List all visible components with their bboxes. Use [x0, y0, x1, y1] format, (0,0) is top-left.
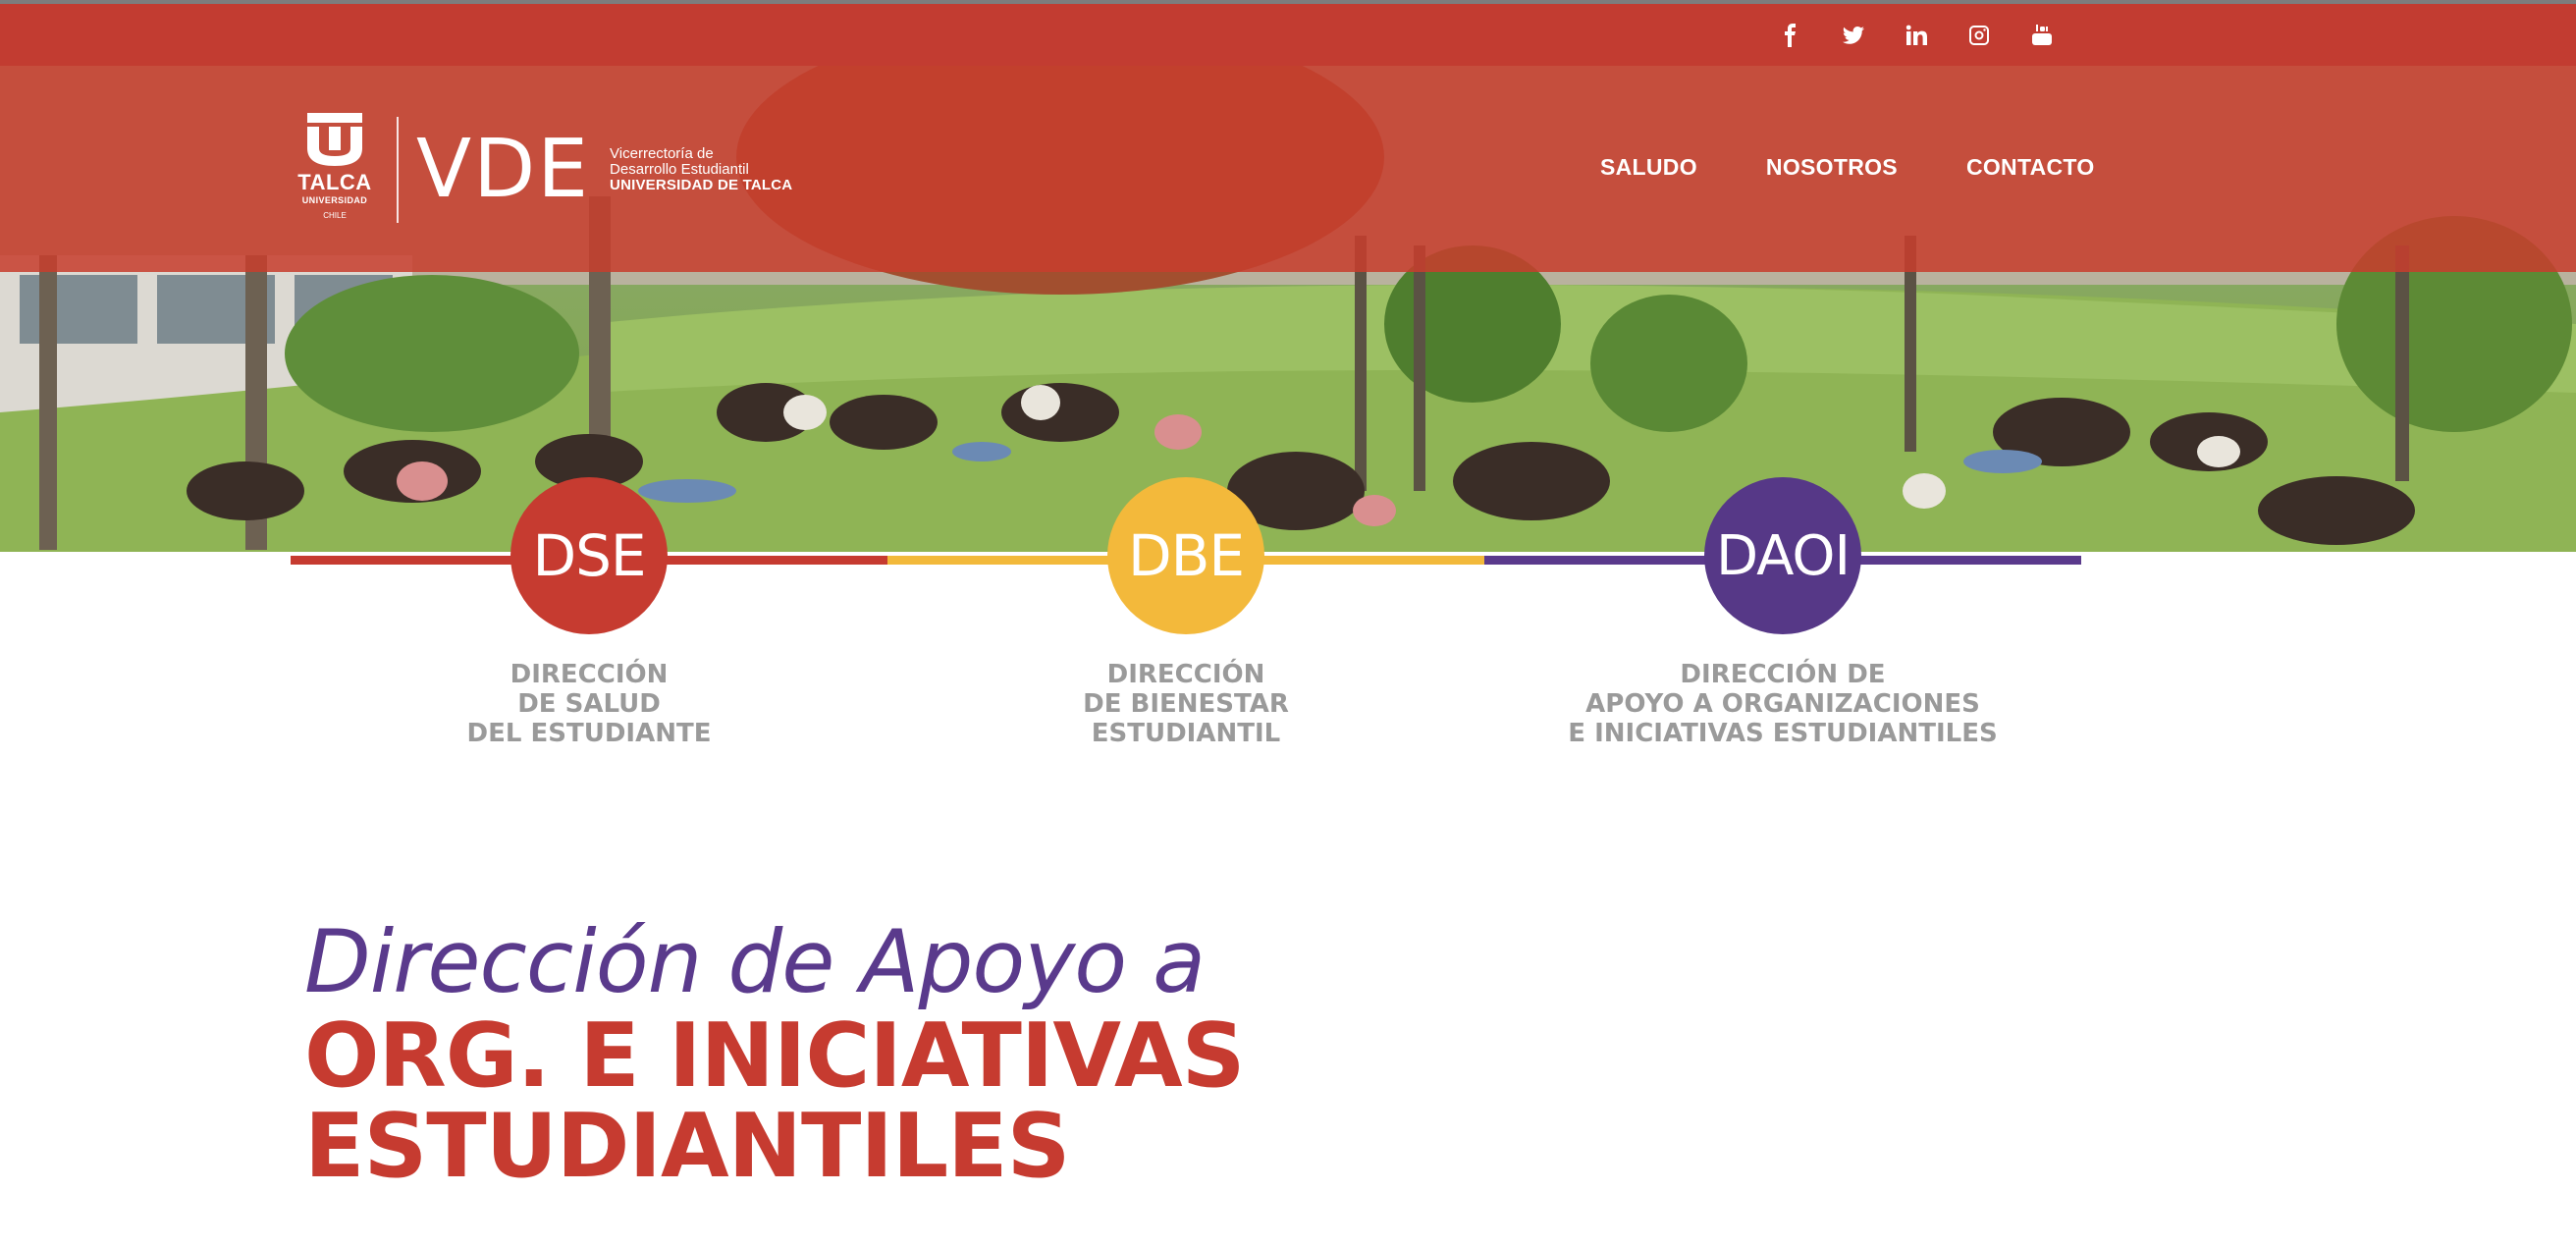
vde-caption-line: Vicerrectoría de: [610, 145, 714, 162]
twitter-icon[interactable]: [1838, 20, 1869, 51]
facebook-icon[interactable]: [1775, 20, 1806, 51]
nav-nosotros[interactable]: NOSOTROS: [1766, 154, 1898, 181]
vde-caption: Vicerrectoría de Desarrollo Estudiantil …: [610, 146, 792, 193]
utalca-emblem-icon: [307, 113, 362, 166]
dbe-label[interactable]: DIRECCIÓN DE BIENESTAR ESTUDIANTIL: [911, 660, 1461, 748]
headline-line1: Dirección de Apoyo a: [304, 911, 1206, 1012]
instagram-icon[interactable]: [1963, 20, 1995, 51]
linkedin-icon[interactable]: [1901, 20, 1932, 51]
dse-label-line: DE SALUD: [517, 689, 661, 719]
dbe-badge[interactable]: DBE: [1107, 477, 1264, 634]
dse-badge[interactable]: DSE: [510, 477, 668, 634]
dbe-label-line: DE BIENESTAR: [1083, 689, 1289, 719]
daoi-label[interactable]: DIRECCIÓN DE APOYO A ORGANIZACIONES E IN…: [1508, 660, 2058, 748]
social-bar: [0, 0, 2576, 66]
daoi-badge[interactable]: DAOI: [1704, 477, 1861, 634]
dse-label-line: DIRECCIÓN: [510, 660, 669, 689]
headline-line3: ESTUDIANTILES: [304, 1095, 1070, 1198]
page: TALCA UNIVERSIDAD CHILE VDE Vicerrectorí…: [0, 0, 2576, 1247]
utalca-logo: TALCA UNIVERSIDAD CHILE: [291, 113, 379, 227]
dbe-label-line: ESTUDIANTIL: [1091, 719, 1281, 748]
daoi-label-line: E INICIATIVAS ESTUDIANTILES: [1568, 719, 1998, 748]
page-headline: Dirección de Apoyo a ORG. E INICIATIVAS …: [304, 911, 1245, 1198]
utalca-subtitle: UNIVERSIDAD: [301, 195, 368, 205]
nav-saludo[interactable]: SALUDO: [1600, 154, 1697, 181]
utalca-wordmark: TALCA: [297, 170, 372, 194]
headline-line2: ORG. E INICIATIVAS: [304, 1004, 1245, 1108]
daoi-label-line: APOYO A ORGANIZACIONES: [1585, 689, 1980, 719]
vde-caption-line: UNIVERSIDAD DE TALCA: [610, 177, 793, 193]
utalca-country: CHILE: [323, 211, 347, 220]
daoi-label-line: DIRECCIÓN DE: [1680, 660, 1886, 689]
dse-label-line: DEL ESTUDIANTE: [466, 719, 712, 748]
social-links: [1775, 20, 2058, 51]
dbe-label-line: DIRECCIÓN: [1106, 660, 1265, 689]
youtube-icon[interactable]: [2026, 20, 2058, 51]
vde-caption-line: Desarrollo Estudiantil: [610, 161, 749, 178]
nav-contacto[interactable]: CONTACTO: [1966, 154, 2095, 181]
main-nav: SALUDO NOSOTROS CONTACTO: [1600, 154, 2095, 181]
hero-banner: TALCA UNIVERSIDAD CHILE VDE Vicerrectorí…: [0, 0, 2576, 552]
dse-label[interactable]: DIRECCIÓN DE SALUD DEL ESTUDIANTE: [314, 660, 864, 748]
logo-divider: [397, 117, 399, 223]
vde-wordmark: VDE: [416, 123, 591, 216]
site-logo[interactable]: TALCA UNIVERSIDAD CHILE VDE Vicerrectorí…: [291, 113, 792, 227]
site-header: TALCA UNIVERSIDAD CHILE VDE Vicerrectorí…: [0, 66, 2576, 272]
